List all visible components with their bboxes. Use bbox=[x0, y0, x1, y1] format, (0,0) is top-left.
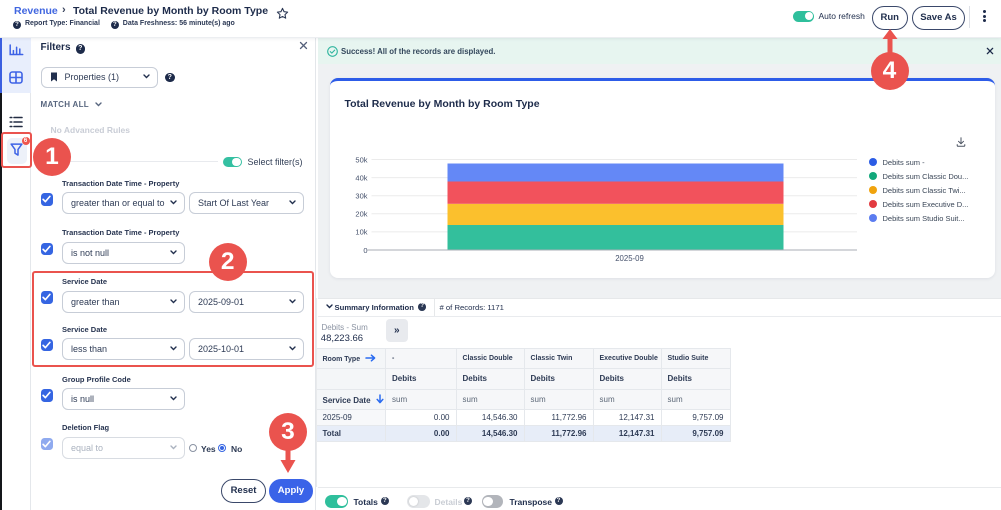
svg-text:50k: 50k bbox=[355, 155, 367, 164]
svg-text:30k: 30k bbox=[355, 192, 367, 201]
svg-text:0: 0 bbox=[363, 246, 367, 255]
svg-text:20k: 20k bbox=[355, 210, 367, 219]
svg-text:10k: 10k bbox=[355, 228, 367, 237]
svg-text:2025-09: 2025-09 bbox=[615, 254, 644, 263]
svg-text:40k: 40k bbox=[355, 173, 367, 182]
